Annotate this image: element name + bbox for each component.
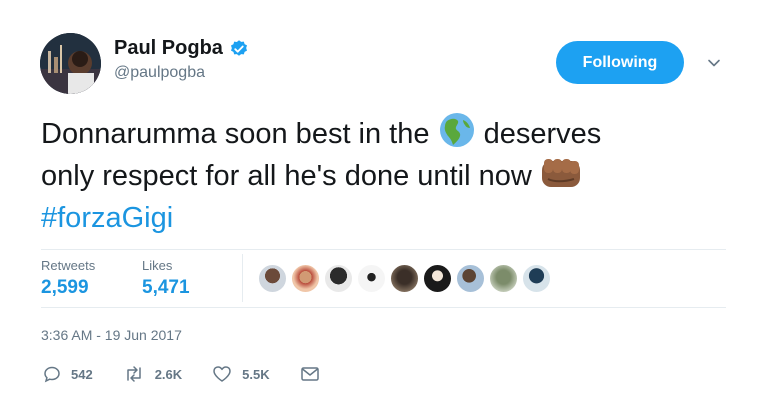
avatar[interactable] [40,33,101,94]
stats-separator [242,254,243,302]
tweet-text-part: Donnarumma soon best in the [41,118,438,150]
tweet-text-part: only respect for all he's done until now [41,160,540,192]
tweet-text: Donnarumma soon best in the deserves onl… [41,111,721,239]
liker-avatar[interactable] [258,264,287,293]
liker-avatar[interactable] [423,264,452,293]
liker-avatar[interactable] [291,264,320,293]
verified-badge-icon [230,39,247,56]
envelope-icon [300,367,319,381]
like-button[interactable]: 5.5K [212,365,270,383]
liker-avatar[interactable] [357,264,386,293]
chevron-down-icon[interactable] [706,55,722,71]
likers-avatar-row [258,264,555,293]
oncoming-fist-emoji [541,159,580,187]
globe-americas-emoji [439,113,474,147]
author-handle[interactable]: @paulpogba [114,64,205,82]
retweets-stat[interactable]: Retweets 2,599 [41,258,95,299]
following-button[interactable]: Following [556,41,684,84]
liker-avatar[interactable] [456,264,485,293]
tweet-text-part: deserves [475,118,602,150]
liker-avatar[interactable] [390,264,419,293]
likes-label: Likes [142,258,173,273]
retweets-label: Retweets [41,258,96,273]
reply-button[interactable]: 542 [43,365,93,383]
heart-icon [213,366,231,382]
avatar-photo [40,33,101,94]
likes-value: 5,471 [142,277,190,298]
retweet-count: 2.6K [154,366,183,382]
liker-avatar[interactable] [489,264,518,293]
reply-count: 542 [71,366,93,382]
likes-stat[interactable]: Likes 5,471 [142,258,190,299]
retweets-value: 2,599 [41,277,89,298]
author-name[interactable]: Paul Pogba [114,37,223,60]
liker-avatar[interactable] [324,264,353,293]
tweet-timestamp[interactable]: 3:36 AM - 19 Jun 2017 [41,327,182,343]
reply-icon [44,366,60,383]
author-name-row: Paul Pogba [114,37,249,60]
divider [41,307,726,308]
liker-avatar[interactable] [522,264,551,293]
hashtag-link[interactable]: #forzaGigi [41,202,173,234]
tweet-actions: 542 2.6K 5.5K [43,365,360,383]
divider [41,249,726,250]
retweet-icon [126,366,141,382]
like-count: 5.5K [242,366,270,382]
direct-message-button[interactable] [300,365,330,383]
retweet-button[interactable]: 2.6K [123,365,182,383]
